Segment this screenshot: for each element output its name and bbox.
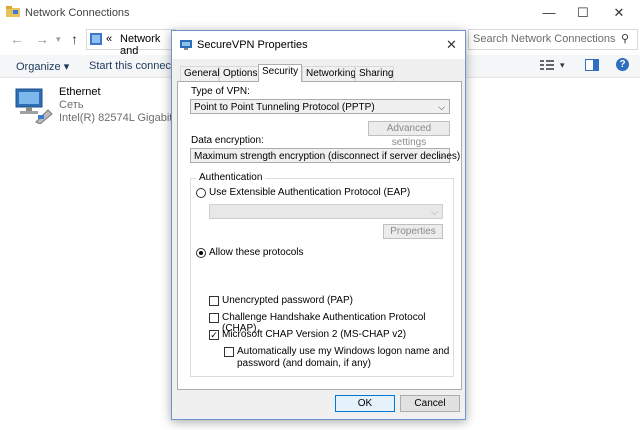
authentication-group-label: Authentication	[196, 172, 266, 183]
preview-pane-icon[interactable]	[585, 59, 599, 74]
tab-networking[interactable]: Networking	[302, 66, 356, 81]
network-folder-icon	[6, 6, 20, 21]
search-icon[interactable]: ⚲	[621, 32, 629, 45]
address-text: Network and	[120, 33, 161, 57]
dialog-titlebar: SecureVPN Properties ✕	[172, 31, 465, 59]
organize-menu[interactable]: Organize ▾	[16, 60, 69, 73]
back-arrow-icon[interactable]: ←	[10, 31, 24, 47]
ok-button[interactable]: OK	[335, 395, 395, 412]
tab-general[interactable]: General	[180, 66, 220, 81]
eap-method-select[interactable]: ⌵	[209, 204, 443, 219]
vpn-type-select[interactable]: Point to Point Tunneling Protocol (PPTP)…	[190, 99, 450, 114]
advanced-settings-button[interactable]: Advanced settings	[368, 121, 450, 148]
chevron-down-icon: ⌵	[438, 102, 445, 112]
ethernet-connection-item[interactable]: Ethernet Сеть Intel(R) 82574L Gigabit Ne…	[14, 84, 193, 128]
dialog-close-button[interactable]: ✕	[446, 37, 457, 53]
control-panel-icon	[90, 33, 102, 48]
maximize-button[interactable]: ☐	[574, 4, 592, 22]
network-adapter-icon	[14, 86, 54, 127]
pap-checkbox[interactable]	[209, 296, 219, 306]
vpn-type-value: Point to Point Tunneling Protocol (PPTP)	[194, 102, 375, 113]
search-box[interactable]: Search Network Connections ⚲	[468, 29, 638, 50]
vpn-connection-icon	[180, 39, 192, 54]
forward-arrow-icon[interactable]: →	[35, 31, 49, 47]
minimize-button[interactable]: —	[540, 4, 558, 22]
close-window-button[interactable]: ✕	[610, 4, 628, 22]
chap-checkbox[interactable]	[209, 313, 219, 323]
connection-status: Сеть	[59, 99, 84, 111]
recent-chevron-icon[interactable]: ▾	[56, 34, 61, 45]
explorer-titlebar: Network Connections — ☐ ✕	[0, 0, 640, 26]
eap-properties-button[interactable]: Properties	[383, 224, 443, 239]
vpn-type-label: Type of VPN:	[191, 86, 250, 97]
encryption-select[interactable]: Maximum strength encryption (disconnect …	[190, 148, 460, 163]
chevron-down-icon: ⌵	[431, 207, 438, 217]
start-connection-command[interactable]: Start this connectio	[89, 60, 183, 72]
eap-radio[interactable]	[196, 188, 206, 198]
address-bar[interactable]: « Network and	[86, 29, 176, 57]
pap-label: Unencrypted password (PAP)	[222, 295, 353, 306]
tab-options[interactable]: Options	[219, 66, 260, 81]
address-prefix: «	[106, 33, 113, 45]
chevron-down-icon: ⌵	[438, 151, 445, 161]
mschap-checkbox[interactable]: ✓	[209, 330, 219, 340]
change-view-icon[interactable]	[540, 59, 554, 74]
auto-logon-checkbox[interactable]	[224, 347, 234, 357]
allow-protocols-radio[interactable]	[196, 248, 206, 258]
help-icon[interactable]: ?	[616, 58, 629, 71]
mschap-label: Microsoft CHAP Version 2 (MS-CHAP v2)	[222, 329, 407, 340]
auto-logon-label-line1: Automatically use my Windows logon name …	[237, 346, 450, 357]
cancel-button[interactable]: Cancel	[400, 395, 460, 412]
explorer-title: Network Connections	[25, 7, 130, 19]
allow-protocols-label: Allow these protocols	[209, 247, 304, 258]
auto-logon-label-line2: password (and domain, if any)	[237, 358, 371, 369]
encryption-label: Data encryption:	[191, 135, 264, 146]
view-options-chevron-icon[interactable]: ▾	[560, 60, 565, 71]
tab-security[interactable]: Security	[258, 64, 302, 82]
connection-name: Ethernet	[59, 86, 101, 98]
dialog-title: SecureVPN Properties	[197, 39, 308, 51]
tab-sharing[interactable]: Sharing	[355, 66, 394, 81]
search-input[interactable]: Search Network Connections	[473, 33, 615, 45]
encryption-value: Maximum strength encryption (disconnect …	[194, 151, 461, 162]
eap-radio-label: Use Extensible Authentication Protocol (…	[209, 187, 411, 198]
checkmark-icon: ✓	[210, 330, 218, 340]
vpn-properties-dialog: SecureVPN Properties ✕ General Options S…	[171, 30, 466, 420]
security-tab-panel: Type of VPN: Point to Point Tunneling Pr…	[177, 81, 462, 390]
up-arrow-icon[interactable]: ↑	[71, 31, 78, 47]
